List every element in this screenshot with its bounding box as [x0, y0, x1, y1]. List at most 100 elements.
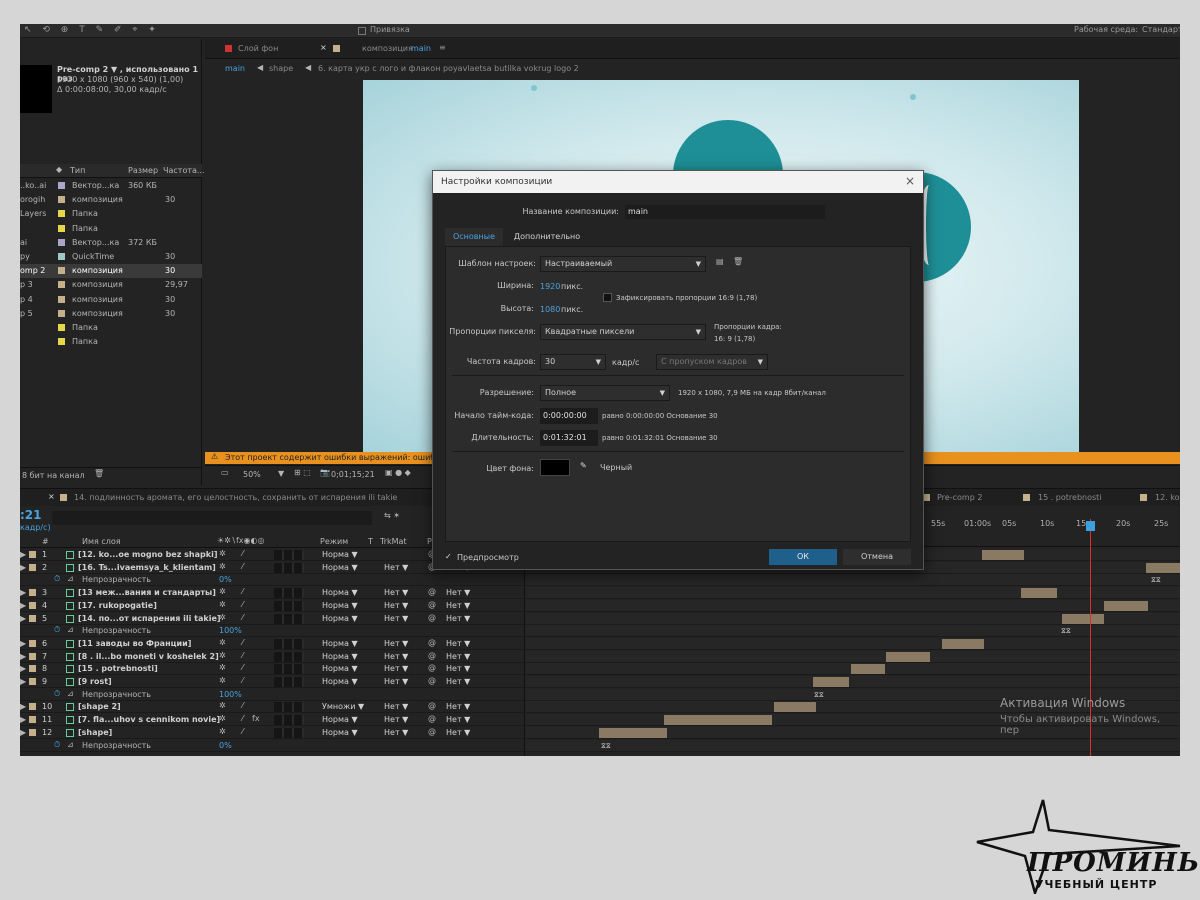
- project-item[interactable]: orogih композиция 30: [20, 193, 202, 207]
- layer-bar[interactable]: [886, 651, 930, 662]
- switch-boxes[interactable]: [274, 664, 304, 675]
- property-row[interactable]: ⏱ ⊿ Непрозрачность 100%: [20, 689, 524, 701]
- switch-boxes[interactable]: [274, 562, 304, 573]
- layer-search-input[interactable]: [52, 511, 372, 525]
- layer-bar[interactable]: [774, 702, 816, 713]
- switch-boxes[interactable]: [274, 702, 304, 713]
- trkmat-dropdown[interactable]: Нет ▼: [384, 601, 408, 610]
- shy-switch-icon[interactable]: ✲: [219, 638, 226, 647]
- switch-boxes[interactable]: [274, 715, 304, 726]
- viewer-timecode[interactable]: 0;01;15;21: [331, 470, 375, 479]
- trkmat-dropdown[interactable]: Нет ▼: [384, 728, 408, 737]
- expand-arrow-icon[interactable]: ▶: [20, 550, 26, 559]
- par-dropdown[interactable]: Квадратные пиксели: [540, 324, 706, 340]
- project-item[interactable]: Layers Папка: [20, 207, 202, 221]
- quality-switch-icon[interactable]: ⁄: [242, 676, 243, 685]
- quality-switch-icon[interactable]: ⁄: [242, 727, 243, 736]
- pickwhip-icon[interactable]: @: [428, 651, 436, 660]
- layer-name[interactable]: [14. по...от испарения ili takie]: [78, 614, 221, 623]
- shy-switch-icon[interactable]: ✲: [219, 663, 226, 672]
- col-trkmat[interactable]: TrkMat: [380, 537, 407, 546]
- keyframe-icon[interactable]: ⧖⧖: [601, 742, 611, 751]
- label-color-swatch[interactable]: [29, 614, 36, 622]
- camera-icon[interactable]: 📷: [320, 468, 330, 477]
- parent-dropdown[interactable]: Нет ▼: [446, 639, 470, 648]
- bg-color-swatch[interactable]: [540, 459, 570, 476]
- label-color-swatch[interactable]: [29, 563, 36, 571]
- layer-name[interactable]: [shape 2]: [78, 702, 121, 711]
- trkmat-dropdown[interactable]: Нет ▼: [384, 715, 408, 724]
- tool-icons[interactable]: ↖ ⟲ ⊕ T ✎ ✐ ⌖ ✦: [24, 25, 160, 35]
- mode-dropdown[interactable]: Норма ▼: [322, 715, 358, 724]
- graph-icon[interactable]: ⊿: [67, 740, 74, 749]
- ok-button[interactable]: ОК: [769, 549, 837, 565]
- pickwhip-icon[interactable]: @: [428, 613, 436, 622]
- frame-icon[interactable]: ⊞ ⬚: [294, 468, 311, 477]
- stopwatch-icon[interactable]: ⏱: [54, 574, 60, 584]
- shy-switch-icon[interactable]: ✲: [219, 549, 226, 558]
- drop-frame-dropdown[interactable]: С пропуском кадров: [656, 354, 768, 370]
- label-color-swatch[interactable]: [29, 678, 36, 685]
- quality-switch-icon[interactable]: ⁄: [242, 638, 243, 647]
- expand-arrow-icon[interactable]: ▶: [20, 728, 26, 737]
- trkmat-dropdown[interactable]: Нет ▼: [384, 702, 408, 711]
- project-item[interactable]: Папка: [20, 335, 202, 349]
- fx-icon[interactable]: fx: [252, 714, 260, 723]
- layer-row[interactable]: ▶ 12 [shape] ✲ ⁄ Норма ▼ Нет ▼ @ Нет ▼: [20, 727, 524, 739]
- project-item[interactable]: Папка: [20, 321, 202, 335]
- timeline-tab[interactable]: 12. ko: [1155, 493, 1180, 502]
- trkmat-dropdown[interactable]: Нет ▼: [384, 588, 408, 597]
- quality-switch-icon[interactable]: ⁄: [242, 613, 243, 622]
- mode-dropdown[interactable]: Норма ▼: [322, 550, 358, 559]
- layer-row[interactable]: ▶ 7 [8 . il...bo moneti v koshelek 2] ✲ ⁄ Нор…: [20, 651, 524, 663]
- property-value[interactable]: 100%: [219, 690, 242, 699]
- snapping-checkbox[interactable]: [358, 27, 366, 35]
- switch-boxes[interactable]: [274, 727, 304, 738]
- width-value[interactable]: 1920: [540, 282, 560, 291]
- breadcrumb-item[interactable]: shape: [269, 64, 293, 73]
- parent-dropdown[interactable]: Нет ▼: [446, 601, 470, 610]
- quality-switch-icon[interactable]: ⁄: [242, 663, 243, 672]
- expand-arrow-icon[interactable]: ▶: [20, 652, 26, 661]
- eyedropper-icon[interactable]: ✎: [580, 461, 587, 470]
- layer-name[interactable]: [16. Ts...ivaemsya_k_klientam]: [78, 563, 216, 572]
- switch-boxes[interactable]: [274, 651, 304, 662]
- quality-switch-icon[interactable]: ⁄: [242, 714, 243, 723]
- layer-name[interactable]: [11 заводы во Франции]: [78, 639, 191, 648]
- expand-arrow-icon[interactable]: ▶: [20, 563, 26, 572]
- layer-name[interactable]: [12. ko...oe mogno bez shapki]: [78, 550, 217, 559]
- parent-dropdown[interactable]: Нет ▼: [446, 702, 470, 711]
- project-item[interactable]: omp 2 композиция 30: [20, 264, 202, 279]
- keyframe-icon[interactable]: ⧖⧖: [1061, 627, 1071, 636]
- stopwatch-icon[interactable]: ⏱: [54, 625, 60, 635]
- workspace-value[interactable]: Стандарт: [1142, 25, 1180, 34]
- mode-dropdown[interactable]: Умножи ▼: [322, 702, 364, 711]
- chevron-down-icon[interactable]: ▼: [278, 469, 284, 478]
- layer-bar[interactable]: [813, 677, 849, 687]
- graph-icon[interactable]: ⊿: [67, 625, 74, 634]
- breadcrumb-item[interactable]: main: [225, 64, 245, 73]
- layer-name[interactable]: [13 меж...вания и стандарты]: [78, 588, 216, 597]
- tab-advanced[interactable]: Дополнительно: [507, 228, 587, 246]
- mode-dropdown[interactable]: Норма ▼: [322, 677, 358, 686]
- mode-dropdown[interactable]: Норма ▼: [322, 652, 358, 661]
- pickwhip-icon[interactable]: @: [428, 727, 436, 736]
- trkmat-dropdown[interactable]: Нет ▼: [384, 614, 408, 623]
- shy-switch-icon[interactable]: ✲: [219, 714, 226, 723]
- timeline-tab[interactable]: Pre-comp 2: [937, 493, 982, 502]
- graph-icon[interactable]: ⊿: [67, 574, 74, 583]
- label-color-swatch[interactable]: [29, 589, 36, 597]
- col-size[interactable]: Размер: [128, 166, 158, 175]
- layer-bar[interactable]: [1104, 600, 1148, 611]
- height-value[interactable]: 1080: [540, 305, 560, 314]
- expand-arrow-icon[interactable]: ▶: [20, 588, 26, 597]
- switch-boxes[interactable]: [274, 638, 304, 649]
- layer-row[interactable]: ▶ 10 [shape 2] ✲ ⁄ Умножи ▼ Нет ▼ @ Нет ▼: [20, 701, 524, 714]
- label-color-swatch[interactable]: [29, 652, 36, 660]
- layer-row[interactable]: ▶ 6 [11 заводы во Франции] ✲ ⁄ Норма ▼ Нет ▼ @ Н…: [20, 638, 524, 650]
- expand-arrow-icon[interactable]: ▶: [20, 639, 26, 648]
- label-color-swatch[interactable]: [29, 703, 36, 711]
- label-color-swatch[interactable]: [29, 639, 36, 647]
- col-name[interactable]: Имя слоя: [82, 537, 121, 546]
- layer-bar[interactable]: [942, 638, 984, 649]
